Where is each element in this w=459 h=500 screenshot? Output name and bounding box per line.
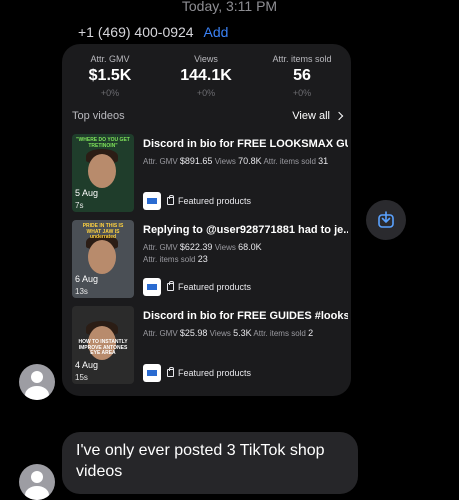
views-value: 68.0K xyxy=(238,242,262,252)
video-metrics: Attr. GMV $891.65 Views 70.8K Attr. item… xyxy=(143,156,348,166)
items-value: 2 xyxy=(308,328,314,338)
video-metrics: Attr. GMV $622.39 Views 68.0K xyxy=(143,242,348,252)
video-duration: 7s xyxy=(75,201,84,210)
phone-number: +1 (469) 400-0924 xyxy=(78,24,194,40)
thumbnail-face xyxy=(88,154,116,188)
video-item[interactable]: HOW TO INSTANTLY IMPROVE ANTONES EYE ARE… xyxy=(72,306,348,384)
stat-gmv: Attr. GMV $1.5K +0% xyxy=(62,54,158,98)
message-bubble[interactable]: I've only ever posted 3 TikTok shop vide… xyxy=(62,432,358,494)
video-date: 5 Aug xyxy=(75,188,99,198)
shared-analytics-card[interactable]: Attr. GMV $1.5K +0% Views 144.1K +0% Att… xyxy=(62,44,351,396)
gmv-value: $622.39 xyxy=(179,242,213,252)
add-contact-link[interactable]: Add xyxy=(203,24,228,40)
avatar[interactable] xyxy=(19,364,55,400)
timestamp: Today, 3:11 PM xyxy=(181,0,278,14)
items-value: 31 xyxy=(318,156,329,166)
items-value: 23 xyxy=(197,254,208,264)
views-label: Views xyxy=(214,157,236,166)
save-share-button[interactable] xyxy=(366,200,406,240)
shopping-bag-icon xyxy=(167,367,174,377)
avatar-body xyxy=(25,386,49,400)
avatar[interactable] xyxy=(19,464,55,500)
featured-products-row[interactable]: Featured products xyxy=(143,364,251,382)
featured-products: Featured products xyxy=(167,281,252,292)
thumbnail-caption: HOW TO INSTANTLY IMPROVE ANTONES EYE ARE… xyxy=(78,339,128,356)
stat-value: $1.5K xyxy=(88,67,132,84)
product-thumbnail xyxy=(143,364,161,382)
stat-views: Views 144.1K +0% xyxy=(158,54,254,98)
thumbnail-face xyxy=(88,240,116,274)
stat-label: Views xyxy=(194,54,218,64)
shopping-bag-icon xyxy=(167,281,174,291)
video-thumbnail[interactable]: "WHERE DO YOU GET TRETINOIN" 5 Aug 7s xyxy=(72,134,134,212)
shopping-bag-icon xyxy=(167,195,174,205)
featured-products: Featured products xyxy=(167,367,252,378)
avatar-head xyxy=(31,471,43,483)
video-metrics-line2: Attr. items sold 23 xyxy=(143,254,348,264)
items-label: Attr. items sold xyxy=(143,255,196,264)
views-label: Views xyxy=(214,243,236,252)
video-metrics: Attr. GMV $25.98 Views 5.3K Attr. items … xyxy=(143,328,348,338)
items-label: Attr. items sold xyxy=(263,157,316,166)
featured-products-label: Featured products xyxy=(178,282,252,292)
stat-label: Attr. GMV xyxy=(90,54,130,64)
stat-change: +0% xyxy=(292,88,312,98)
video-date: 4 Aug xyxy=(75,360,99,370)
avatar-head xyxy=(31,371,43,383)
gmv-label: Attr. GMV xyxy=(143,329,178,338)
top-videos-header: Top videos View all xyxy=(72,110,344,122)
stat-value: 144.1K xyxy=(180,67,232,84)
featured-products-row[interactable]: Featured products xyxy=(143,278,251,296)
video-info: Discord in bio for FREE LOOKSMAX GU... A… xyxy=(143,138,348,166)
view-all-label: View all xyxy=(292,110,330,122)
video-thumbnail[interactable]: PRIDE IN THIS IS WHAT JAW IS underrated … xyxy=(72,220,134,298)
video-info: Replying to @user928771881 had to je... … xyxy=(143,224,348,264)
gmv-label: Attr. GMV xyxy=(143,243,178,252)
video-duration: 15s xyxy=(75,373,88,382)
product-thumbnail xyxy=(143,192,161,210)
video-duration: 13s xyxy=(75,287,88,296)
video-thumbnail[interactable]: HOW TO INSTANTLY IMPROVE ANTONES EYE ARE… xyxy=(72,306,134,384)
stat-change: +0% xyxy=(196,88,216,98)
video-title: Replying to @user928771881 had to je... xyxy=(143,224,348,236)
featured-products-row[interactable]: Featured products xyxy=(143,192,251,210)
views-value: 5.3K xyxy=(233,328,252,338)
product-thumbnail xyxy=(143,278,161,296)
section-title: Top videos xyxy=(72,110,125,122)
video-title: Discord in bio for FREE GUIDES #looks... xyxy=(143,310,348,322)
views-value: 70.8K xyxy=(238,156,262,166)
items-label: Attr. items sold xyxy=(253,329,306,338)
thumbnail-caption: PRIDE IN THIS IS WHAT JAW IS underrated xyxy=(82,223,124,240)
video-info: Discord in bio for FREE GUIDES #looks...… xyxy=(143,310,348,338)
video-title: Discord in bio for FREE LOOKSMAX GU... xyxy=(143,138,348,150)
download-icon xyxy=(378,211,394,228)
gmv-label: Attr. GMV xyxy=(143,157,178,166)
video-date: 6 Aug xyxy=(75,274,99,284)
view-all-link[interactable]: View all xyxy=(292,110,344,122)
chevron-right-icon xyxy=(334,111,344,121)
featured-products-label: Featured products xyxy=(178,368,252,378)
thumbnail-caption: "WHERE DO YOU GET TRETINOIN" xyxy=(76,137,130,149)
featured-products: Featured products xyxy=(167,195,252,206)
views-label: Views xyxy=(209,329,231,338)
stat-change: +0% xyxy=(100,88,120,98)
avatar-body xyxy=(25,486,49,500)
featured-products-label: Featured products xyxy=(178,196,252,206)
gmv-value: $891.65 xyxy=(179,156,213,166)
sender-row: +1 (469) 400-0924 Add xyxy=(78,24,228,40)
video-item[interactable]: PRIDE IN THIS IS WHAT JAW IS underrated … xyxy=(72,220,348,298)
gmv-value: $25.98 xyxy=(179,328,208,338)
stat-label: Attr. items sold xyxy=(272,54,332,64)
stats-row: Attr. GMV $1.5K +0% Views 144.1K +0% Att… xyxy=(62,54,351,98)
stat-value: 56 xyxy=(293,67,311,84)
video-item[interactable]: "WHERE DO YOU GET TRETINOIN" 5 Aug 7s Di… xyxy=(72,134,348,212)
stat-items-sold: Attr. items sold 56 +0% xyxy=(254,54,350,98)
